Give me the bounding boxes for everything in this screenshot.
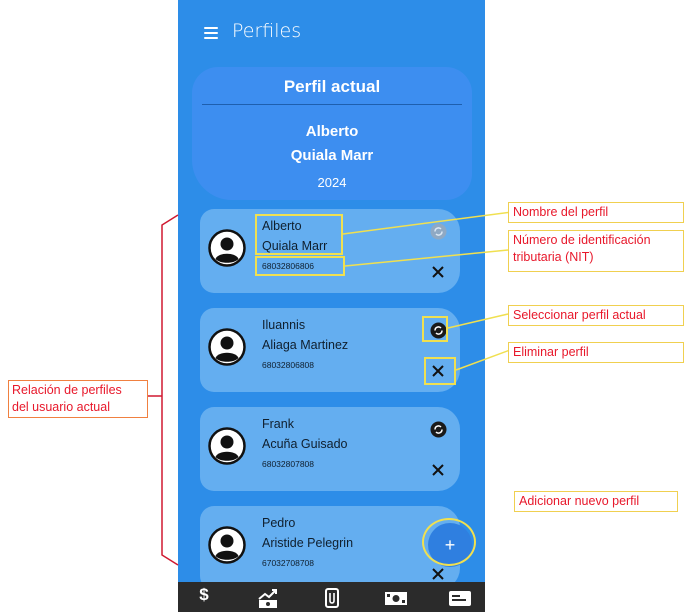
annotation-circle-add [422, 518, 476, 566]
profile-name-last: Acuña Guisado [262, 437, 348, 451]
profile-nit: 68032807808 [262, 459, 315, 469]
current-profile-name-first: Alberto [305, 123, 359, 140]
profile-name-last: Aristide Pelegrin [262, 536, 354, 550]
page-title: Perfiles [232, 20, 302, 42]
close-icon[interactable] [430, 462, 446, 478]
profile-name-last: Aliaga Martinez [262, 338, 349, 352]
annotation-box-name [255, 214, 343, 255]
select-current-icon[interactable] [430, 421, 447, 438]
select-current-icon[interactable] [430, 223, 447, 240]
profile-nit: 68032806808 [262, 360, 315, 370]
current-profile-year: 2024 [317, 175, 347, 190]
profile-name-first: Frank [262, 417, 294, 431]
annotation-label-nit: Número de identificación tributaria (NIT… [508, 230, 684, 272]
app-bar: Perfiles [178, 0, 485, 62]
money-trend-icon[interactable] [256, 587, 280, 609]
avatar-icon [208, 229, 246, 267]
dollar-icon[interactable]: $ [192, 585, 216, 607]
annotation-box-nit [255, 256, 345, 276]
annotation-box-delete [424, 357, 456, 385]
close-icon[interactable] [430, 566, 446, 582]
annotation-label-select: Seleccionar perfil actual [508, 305, 684, 326]
annotation-label-relation: Relación de perfiles del usuario actual [8, 380, 148, 418]
profile-card[interactable]: Frank Acuña Guisado 68032807808 [200, 407, 460, 491]
profile-card[interactable]: Iluannis Aliaga Martinez 68032806808 [200, 308, 460, 392]
annotation-box-select [422, 316, 448, 342]
current-profile-name-last: Quiala Marr [290, 147, 374, 164]
annotation-label-add: Adicionar nuevo perfil [514, 491, 678, 512]
profile-name-first: Iluannis [262, 318, 306, 332]
bottom-navigation: $ [178, 582, 485, 612]
profile-name-first: Pedro [262, 516, 296, 530]
id-card-icon[interactable] [448, 587, 472, 609]
close-icon[interactable] [430, 264, 446, 280]
avatar-icon [208, 427, 246, 465]
annotation-label-name: Nombre del perfil [508, 202, 684, 223]
profile-nit: 67032708708 [262, 558, 315, 568]
menu-icon[interactable] [204, 27, 218, 39]
clip-document-icon[interactable] [320, 587, 344, 609]
current-profile-title: Perfil actual [283, 77, 381, 96]
divider [202, 104, 462, 105]
cash-icon[interactable] [384, 587, 408, 609]
current-profile-card: Perfil actual Alberto Quiala Marr 2024 [192, 67, 472, 200]
annotation-label-delete: Eliminar perfil [508, 342, 684, 363]
avatar-icon [208, 526, 246, 564]
profile-card[interactable]: Pedro Aristide Pelegrin 67032708708 [200, 506, 460, 590]
avatar-icon [208, 328, 246, 366]
